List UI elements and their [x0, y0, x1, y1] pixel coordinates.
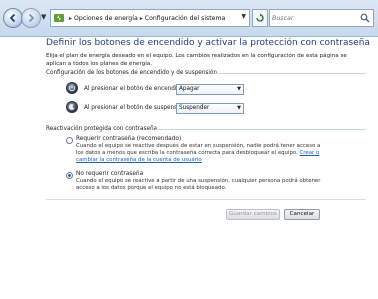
breadcrumb-separator: ▸	[139, 14, 143, 22]
page-intro: Elija el plan de energía deseado en el e…	[46, 53, 347, 67]
require-password-title[interactable]: Requerir contraseña (recomendado)	[76, 136, 181, 142]
sleep-button-icon	[66, 101, 78, 113]
refresh-button[interactable]	[252, 9, 268, 27]
explorer-titlebar: ▼ ▸ Opciones de energía ▸ Configuración …	[0, 0, 378, 37]
main-content: Definir los botones de encendido y activ…	[0, 37, 378, 299]
search-icon[interactable]	[360, 13, 370, 23]
power-button-value: Apagar	[179, 86, 200, 92]
sleep-button-label: Al presionar el botón de suspensión:	[84, 105, 188, 111]
forward-arrow-icon	[28, 13, 35, 23]
chevron-down-icon[interactable]: ▼	[241, 13, 246, 20]
require-password-description: Cuando el equipo se reactive después de …	[76, 143, 326, 164]
no-password-radio[interactable]	[66, 172, 73, 179]
power-button-label: Al presionar el botón de encendido:	[84, 86, 186, 92]
chevron-down-icon: ▼	[237, 86, 241, 92]
power-button-select[interactable]: Apagar ▼	[176, 84, 244, 95]
breadcrumb-power-options[interactable]: Opciones de energía	[74, 15, 138, 22]
sleep-button-value: Suspender	[179, 105, 210, 111]
search-box[interactable]	[269, 9, 374, 27]
page-title: Definir los botones de encendido y activ…	[46, 38, 370, 48]
chevron-down-icon: ▼	[237, 105, 241, 111]
forward-button[interactable]	[21, 8, 41, 28]
footer-divider	[46, 199, 366, 200]
power-button-icon	[66, 82, 78, 94]
breadcrumb-separator: ▸	[69, 14, 73, 22]
breadcrumb-system-settings[interactable]: Configuración del sistema	[145, 15, 226, 22]
section-divider	[215, 73, 366, 74]
recent-pages-dropdown[interactable]: ▼	[41, 12, 49, 22]
section-divider	[155, 129, 366, 130]
refresh-icon	[256, 13, 264, 22]
no-password-description: Cuando el equipo se reactive a partir de…	[76, 178, 321, 191]
sleep-button-select[interactable]: Suspender ▼	[176, 103, 244, 114]
search-input[interactable]	[272, 11, 352, 25]
save-changes-button[interactable]: Guardar cambios	[226, 209, 280, 220]
cancel-button[interactable]: Cancelar	[284, 209, 320, 220]
back-arrow-icon	[9, 13, 16, 23]
require-password-desc-text: Cuando el equipo se reactive después de …	[76, 143, 321, 156]
buttons-section-label: Configuración de los botones de encendid…	[46, 70, 218, 76]
address-bar[interactable]: ▸ Opciones de energía ▸ Configuración de…	[50, 9, 250, 27]
password-section-label: Reactivación protegida con contraseña	[46, 126, 158, 132]
no-password-title[interactable]: No requerir contraseña	[76, 171, 143, 177]
require-password-radio[interactable]	[66, 137, 73, 144]
power-options-icon	[54, 14, 64, 22]
back-button[interactable]	[3, 8, 23, 28]
